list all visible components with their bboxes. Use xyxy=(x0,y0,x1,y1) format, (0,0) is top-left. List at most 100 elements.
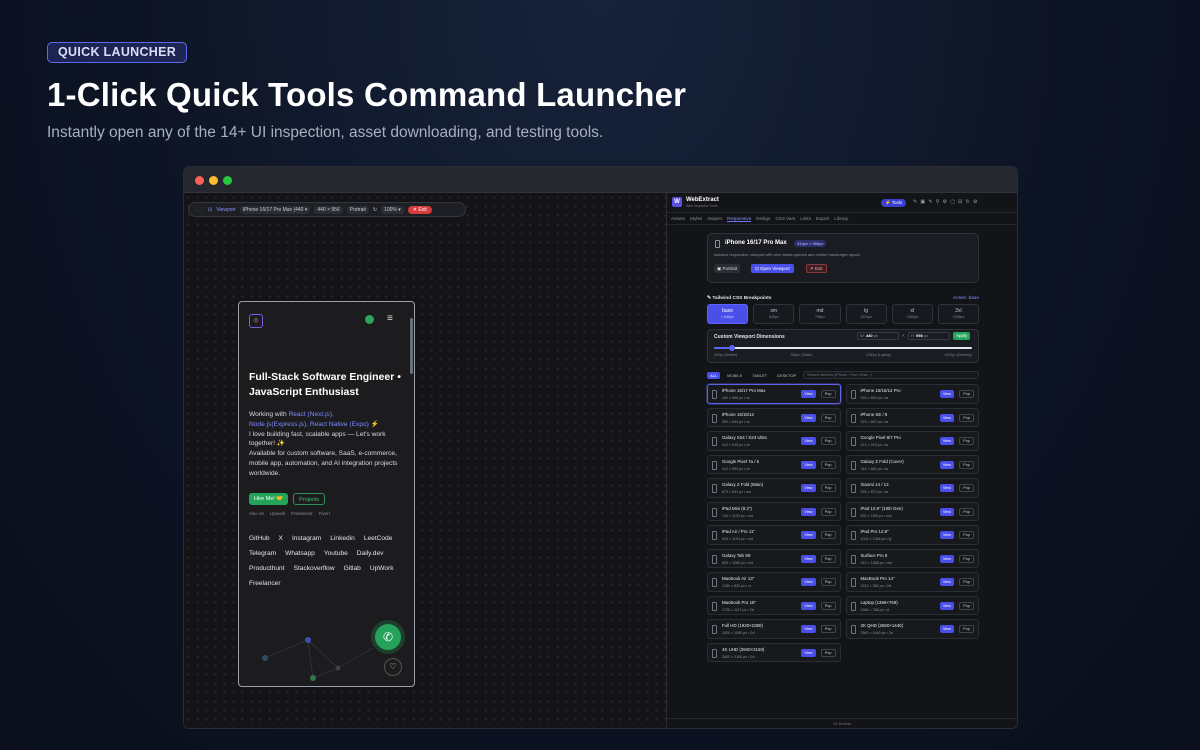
device-card[interactable]: Galaxy Z Fold (Main) 673 × 841 px • sm Vie… xyxy=(707,478,841,498)
pop-device-button[interactable]: Pop xyxy=(959,413,974,422)
tab-inspect[interactable]: Inspect xyxy=(707,216,722,221)
upwork-social-link[interactable]: UpWork xyxy=(370,565,394,572)
whatsapp-link[interactable]: Whatsapp xyxy=(285,550,315,557)
device-card[interactable]: iPad 10.9" (10th Gen) 820 × 1180 px • md V… xyxy=(845,501,979,521)
view-device-button[interactable]: View xyxy=(801,507,816,516)
dimension-display[interactable]: 440 × 956 xyxy=(314,205,343,214)
view-device-button[interactable]: View xyxy=(801,554,816,563)
device-card[interactable]: iPhone 16/17 Pro Max 440 × 956 px • xs Vie… xyxy=(707,384,841,404)
pop-device-button[interactable]: Pop xyxy=(959,531,974,539)
pop-device-button[interactable]: Pop xyxy=(820,437,836,445)
breakpoint-md[interactable]: md 768px xyxy=(799,304,841,324)
filter-tablet[interactable]: TABLET xyxy=(749,372,770,379)
view-device-button[interactable]: View xyxy=(939,578,954,586)
pop-device-button[interactable]: Pop xyxy=(959,390,974,398)
pop-device-button[interactable]: Pop xyxy=(959,460,974,469)
pop-device-button[interactable]: Pop xyxy=(959,601,974,610)
view-device-button[interactable]: View xyxy=(939,531,954,539)
producthunt-link[interactable]: Producthunt xyxy=(249,565,285,572)
pop-device-button[interactable]: Pop xyxy=(959,437,974,445)
view-device-button[interactable]: View xyxy=(801,390,816,398)
pop-device-button[interactable]: Pop xyxy=(820,554,836,563)
breakpoint-base[interactable]: base < 640px xyxy=(707,304,749,324)
header-action-icons[interactable]: ✎▣✎⚲⚙▢⊟↻⚙ xyxy=(913,199,981,205)
view-device-button[interactable]: View xyxy=(801,601,816,610)
hire-me-button[interactable]: Hire Me! 🤝 xyxy=(249,493,289,505)
breakpoint-sm[interactable]: sm 640px xyxy=(753,304,795,324)
device-select[interactable]: iPhone 16/17 Pro Max (440 ▾ xyxy=(239,205,311,214)
device-card[interactable]: iPad Pro 12.9" 1024 × 1366 px • lg View Pop xyxy=(845,525,979,545)
view-device-button[interactable]: View xyxy=(939,507,954,516)
phone-scrollbar[interactable] xyxy=(410,318,413,374)
instagram-link[interactable]: Instagram xyxy=(292,535,321,542)
freelancer-link[interactable]: Freelancer xyxy=(291,511,313,516)
apply-button[interactable]: Apply xyxy=(953,332,971,340)
device-card[interactable]: Google Pixel 7a / 6 412 × 892 px • xs View… xyxy=(707,454,841,474)
heart-icon[interactable]: ♡ xyxy=(384,658,402,676)
device-exit-button[interactable]: ✕ Exit xyxy=(806,264,827,273)
telegram-link[interactable]: Telegram xyxy=(249,550,276,557)
device-card[interactable]: iPad Air / Pro 11" 834 × 1194 px • md View… xyxy=(707,525,841,545)
portrait-button[interactable]: ▣ Portrait xyxy=(714,264,741,273)
pop-device-button[interactable]: Pop xyxy=(820,484,836,492)
breakpoint-xl[interactable]: xl 1280px xyxy=(891,304,933,324)
view-device-button[interactable]: View xyxy=(801,648,816,657)
device-card[interactable]: Full HD (1920×1080) 1920 × 1080 px • 2xl V… xyxy=(707,619,841,639)
view-device-button[interactable]: View xyxy=(939,437,954,445)
view-device-button[interactable]: View xyxy=(801,437,816,445)
tab-responsive[interactable]: Responsive xyxy=(727,216,752,222)
upwork-link[interactable]: Upwork xyxy=(270,511,285,516)
hamburger-menu-icon[interactable]: ≡ xyxy=(387,313,393,324)
view-device-button[interactable]: View xyxy=(801,460,816,469)
device-card[interactable]: iPad Mini (8.3") 744 × 1133 px • md View Po… xyxy=(707,501,841,521)
refresh-icon[interactable]: ↻ xyxy=(373,207,377,213)
minimize-window-dot[interactable] xyxy=(209,176,218,185)
pop-device-button[interactable]: Pop xyxy=(959,625,974,633)
breakpoint-lg[interactable]: lg 1024px xyxy=(845,304,887,324)
filter-mobile[interactable]: MOBILE xyxy=(724,372,745,379)
device-card[interactable]: 4K UHD (3840×2160) 3840 × 2160 px • 2xl Vi… xyxy=(707,642,841,662)
pop-device-button[interactable]: Pop xyxy=(820,460,836,469)
gitlab-link[interactable]: Gitlab xyxy=(344,565,361,572)
dailydev-link[interactable]: Daily.dev xyxy=(357,550,384,557)
leetcode-link[interactable]: LeetCode xyxy=(364,535,393,542)
device-search-input[interactable]: Search devices (iPhone, Pixel, iPad...) xyxy=(803,371,979,379)
tab-library[interactable]: Library xyxy=(834,216,848,221)
tab-links[interactable]: Links xyxy=(800,216,811,221)
open-viewport-button[interactable]: ⊡ Open Viewport xyxy=(751,264,794,273)
pop-device-button[interactable]: Pop xyxy=(820,648,836,657)
pop-device-button[interactable]: Pop xyxy=(959,484,974,492)
tab-css-vars[interactable]: CSS Vars xyxy=(775,216,795,221)
device-card[interactable]: Galaxy S24 / S23 Ultra 412 × 915 px • xs V… xyxy=(707,431,841,451)
pop-device-button[interactable]: Pop xyxy=(820,578,836,586)
tools-button[interactable]: ⚡ Tools xyxy=(881,199,907,207)
view-device-button[interactable]: View xyxy=(939,413,954,422)
tab-styles[interactable]: Styles xyxy=(690,216,703,221)
github-link[interactable]: GitHub xyxy=(249,535,270,542)
view-device-button[interactable]: View xyxy=(801,531,816,539)
device-card[interactable]: MacBook Pro 16" 1728 × 1117 px • 2xl View P… xyxy=(707,595,841,615)
view-device-button[interactable]: View xyxy=(801,413,816,422)
device-card[interactable]: Xiaomi 14 / 13 393 × 873 px • xs View Pop xyxy=(845,478,979,498)
device-card[interactable]: Laptop (1366×768) 1366 × 768 px • xl View P… xyxy=(845,595,979,615)
site-logo-icon[interactable]: ◎ xyxy=(249,314,263,328)
drag-handle-icon[interactable]: ⋮⋮ xyxy=(194,207,204,213)
slider-thumb[interactable] xyxy=(729,345,736,351)
zoom-select[interactable]: 100% ▾ xyxy=(381,205,404,214)
view-device-button[interactable]: View xyxy=(801,484,816,492)
device-card[interactable]: Galaxy Z Fold (Cover) 344 × 882 px • xs Vi… xyxy=(845,454,979,474)
view-device-button[interactable]: View xyxy=(939,601,954,610)
device-card[interactable]: iPhone SE / 8 375 × 667 px • xs View Pop xyxy=(845,407,979,427)
pop-device-button[interactable]: Pop xyxy=(959,578,974,586)
close-window-dot[interactable] xyxy=(195,176,204,185)
width-slider[interactable] xyxy=(714,345,972,351)
x-link[interactable]: X xyxy=(279,535,283,542)
view-device-button[interactable]: View xyxy=(939,460,954,469)
stackoverflow-link[interactable]: Stackoverflow xyxy=(294,565,335,572)
theme-toggle-icon[interactable] xyxy=(365,315,374,324)
height-field[interactable]: H: 956 px xyxy=(908,332,950,340)
pop-device-button[interactable]: Pop xyxy=(820,390,836,398)
pop-device-button[interactable]: Pop xyxy=(820,625,836,633)
view-device-button[interactable]: View xyxy=(939,390,954,398)
filter-all[interactable]: ALL xyxy=(707,371,721,379)
